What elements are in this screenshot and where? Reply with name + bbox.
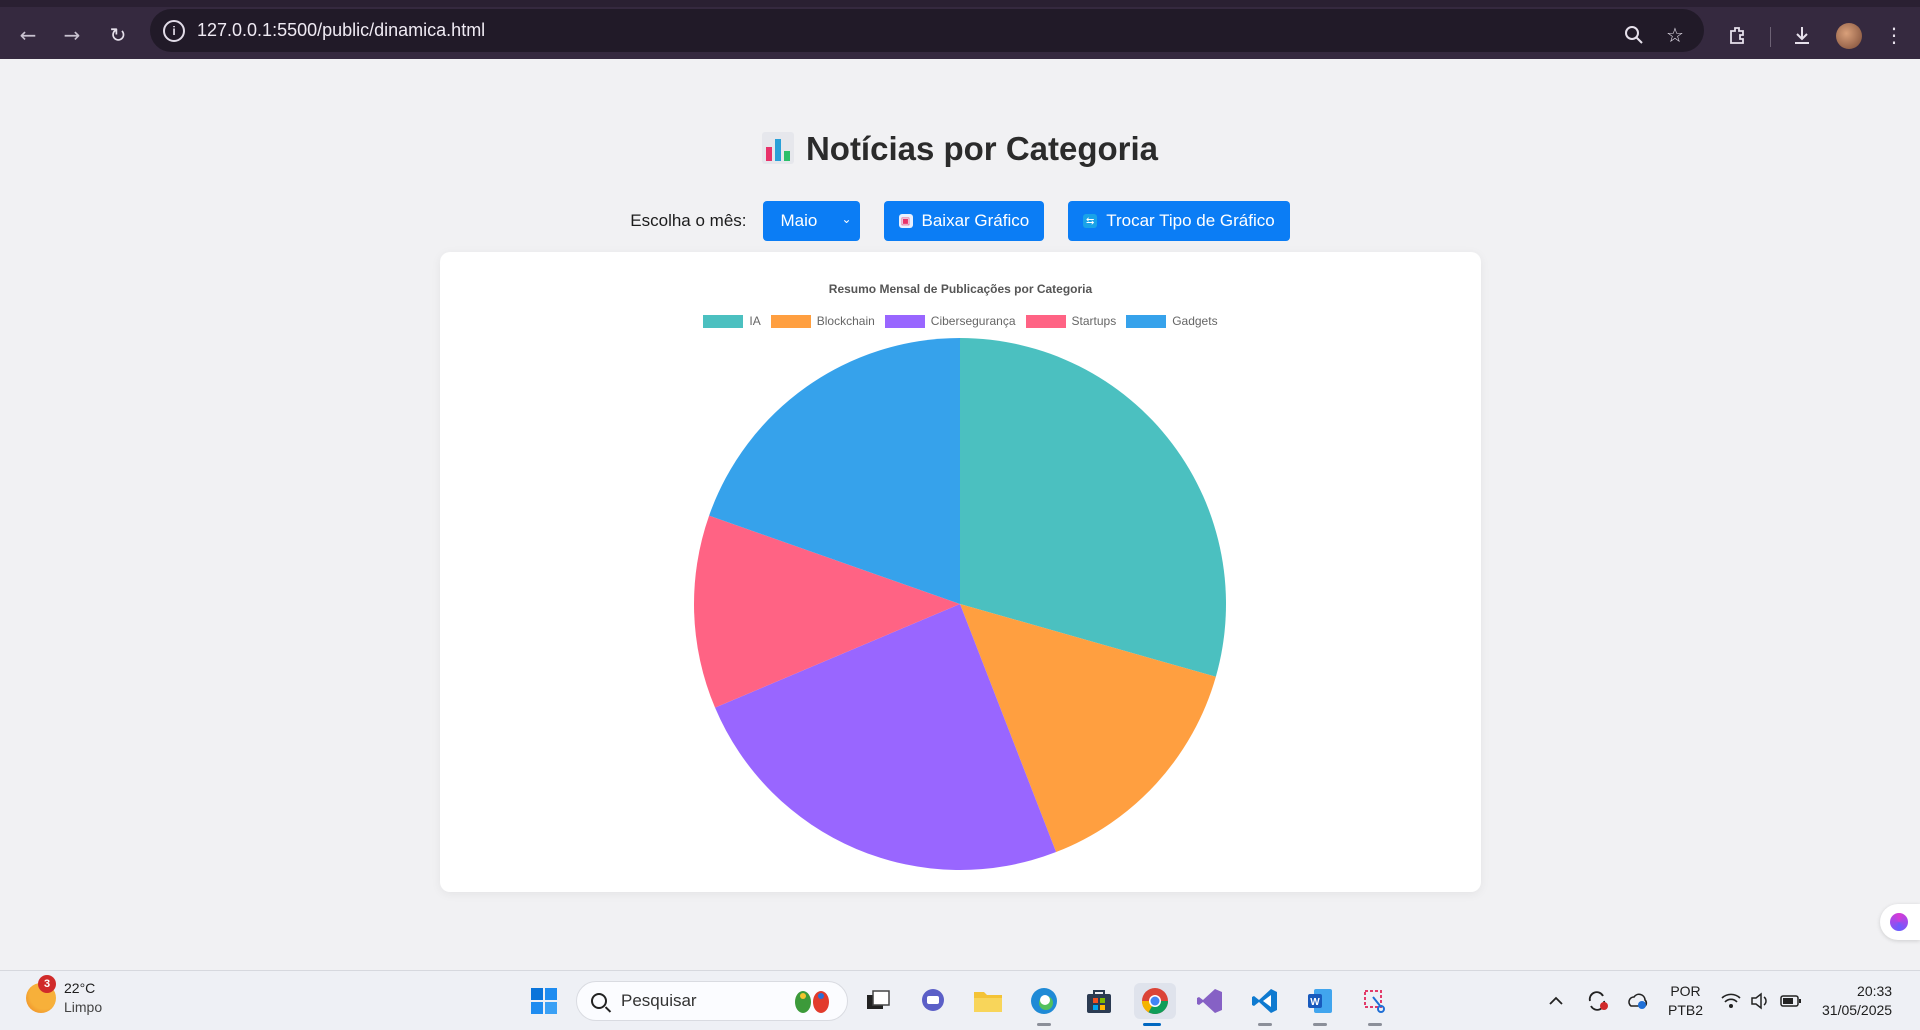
windows-start-icon[interactable] [526, 983, 562, 1019]
swap-icon: ⇆ [1083, 214, 1098, 228]
battery-icon[interactable] [1780, 971, 1802, 1030]
toggle-chart-type-button[interactable]: ⇆ Trocar Tipo de Gráfico [1068, 201, 1290, 241]
chart-card: Resumo Mensal de Publicações por Categor… [440, 252, 1481, 892]
word-active-indicator [1313, 1023, 1327, 1026]
clock-date: 31/05/2025 [1822, 1002, 1893, 1018]
clock-time: 20:33 [1857, 983, 1893, 999]
assistant-brain-icon[interactable] [1880, 904, 1920, 940]
onedrive-status-icon[interactable] [1626, 971, 1650, 1030]
extensions-icon[interactable] [1722, 19, 1754, 51]
profile-avatar[interactable] [1836, 23, 1862, 49]
browser-toolbar: ← → ↻ i 127.0.0.1:5500/public/dinamica.h… [0, 0, 1920, 59]
language-indicator[interactable]: POR PTB2 [1668, 971, 1703, 1030]
zoom-icon[interactable] [1618, 19, 1650, 51]
word-icon[interactable]: W [1302, 983, 1338, 1026]
volume-icon[interactable] [1750, 971, 1770, 1030]
download-icon[interactable] [1786, 19, 1818, 51]
svg-text:W: W [1310, 997, 1320, 1008]
chrome-browser-icon[interactable] [1134, 983, 1176, 1026]
weather-desc: Limpo [64, 999, 103, 1015]
microsoft-store-icon[interactable] [1081, 983, 1117, 1019]
file-explorer-icon[interactable] [970, 983, 1006, 1019]
toolbar-divider [1770, 27, 1771, 47]
weather-widget[interactable]: 3 22°C Limpo [26, 975, 103, 1017]
taskbar-search-text: Pesquisar [621, 991, 697, 1010]
month-select[interactable]: Maio ⌄ [762, 201, 860, 241]
download-chart-icon: ▣ [898, 214, 913, 228]
reload-icon[interactable]: ↻ [100, 17, 136, 53]
weather-badge: 3 [38, 975, 56, 993]
month-label: Escolha o mês: [630, 211, 747, 230]
edge-browser-icon[interactable] [1026, 983, 1062, 1026]
sync-alert-icon[interactable] [1586, 971, 1610, 1030]
snipping-active-indicator [1368, 1023, 1382, 1026]
task-view-icon[interactable] [860, 983, 896, 1019]
wifi-icon[interactable] [1720, 971, 1742, 1030]
visual-studio-icon[interactable] [1192, 983, 1228, 1019]
vscode-icon[interactable] [1247, 983, 1283, 1026]
chevron-down-icon: ⌄ [841, 212, 852, 226]
download-chart-button[interactable]: ▣ Baixar Gráfico [883, 201, 1045, 241]
month-select-value: Maio [780, 211, 818, 230]
download-chart-label: Baixar Gráfico [921, 211, 1030, 230]
teams-chat-icon[interactable] [915, 983, 951, 1019]
pie-chart [694, 338, 1226, 870]
taskbar-search[interactable]: Pesquisar [576, 981, 848, 1021]
toggle-chart-type-label: Trocar Tipo de Gráfico [1106, 211, 1275, 230]
vscode-active-indicator [1258, 1023, 1272, 1026]
page-title-text: Notícias por Categoria [805, 130, 1159, 167]
url-text[interactable]: 127.0.0.1:5500/public/dinamica.html [197, 20, 485, 41]
clock[interactable]: 20:33 31/05/2025 [1822, 971, 1892, 1030]
tray-overflow-chevron-icon[interactable] [1548, 971, 1564, 1030]
chrome-active-indicator [1143, 1023, 1161, 1026]
forward-icon[interactable]: → [54, 17, 90, 53]
site-info-icon[interactable]: i [163, 19, 185, 42]
search-icon [591, 993, 607, 1009]
weather-moon-icon: 3 [26, 975, 56, 1013]
menu-kebab-icon[interactable]: ⋮ [1878, 19, 1910, 51]
taskbar: 3 22°C Limpo Pesquisar W POR PTB2 20:33 … [0, 970, 1920, 1030]
edge-active-indicator [1037, 1023, 1051, 1026]
address-bar[interactable]: i 127.0.0.1:5500/public/dinamica.html [150, 9, 1704, 52]
keyboard-layout: PTB2 [1668, 1002, 1704, 1018]
bar-chart-icon [761, 132, 794, 164]
weather-temp: 22°C [64, 980, 96, 996]
search-highlight-parrots-icon [795, 991, 829, 1013]
chart-controls: Escolha o mês: Maio ⌄ ▣ Baixar Gráfico ⇆… [0, 201, 1920, 241]
bookmark-star-icon[interactable]: ☆ [1659, 19, 1691, 51]
page-title: Notícias por Categoria [0, 130, 1920, 168]
snipping-tool-icon[interactable] [1357, 983, 1393, 1026]
back-icon[interactable]: ← [10, 17, 46, 53]
language-code: POR [1670, 983, 1701, 999]
